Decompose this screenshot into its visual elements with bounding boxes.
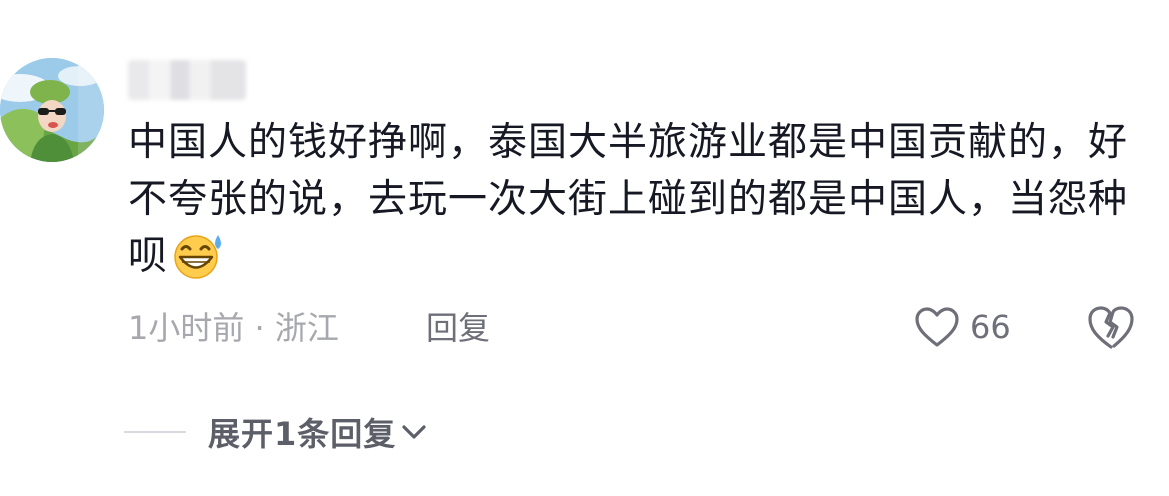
comment-item: 中国人的钱好挣啊，泰国大半旅游业都是中国贡献的，好不夸张的说，去玩一次大街上碰到… xyxy=(0,0,1169,496)
chevron-down-icon xyxy=(402,425,426,439)
expand-replies-label: 展开1条回复 xyxy=(208,415,397,453)
comment-text: 中国人的钱好挣啊，泰国大半旅游业都是中国贡献的，好不夸张的说，去玩一次大街上碰到… xyxy=(128,114,1138,285)
comment-meta: 1小时前 · 浙江 回复 xyxy=(128,306,490,350)
grinning-sweat-emoji-icon xyxy=(174,235,222,279)
dislike-button[interactable] xyxy=(1086,303,1136,351)
avatar-image xyxy=(0,58,104,162)
like-count: 66 xyxy=(970,308,1011,346)
username[interactable] xyxy=(128,60,246,100)
reply-button[interactable]: 回复 xyxy=(426,306,490,350)
divider-line xyxy=(124,431,186,433)
expand-replies-button[interactable]: 展开1条回复 xyxy=(124,408,428,456)
broken-heart-icon xyxy=(1088,306,1134,349)
time-location: 1小时前 · 浙江 xyxy=(128,309,339,347)
avatar[interactable] xyxy=(0,58,104,162)
like-button[interactable]: 66 xyxy=(914,302,1011,352)
comment-text-body: 中国人的钱好挣啊，泰国大半旅游业都是中国贡献的，好不夸张的说，去玩一次大街上碰到… xyxy=(128,120,1129,279)
heart-outline-icon xyxy=(915,307,959,347)
